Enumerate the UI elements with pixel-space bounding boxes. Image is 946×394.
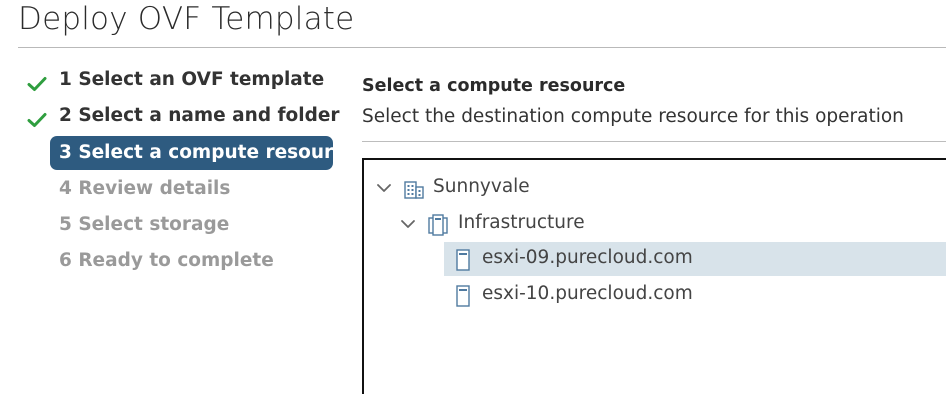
section-title: Select a compute resource [362, 76, 626, 96]
page-title: Deploy OVF Template [18, 1, 355, 37]
step-label: 3 Select a compute resource [59, 142, 357, 163]
step-review-details[interactable]: 4 Review details [0, 172, 340, 206]
tree-node-label: esxi-09.purecloud.com [482, 247, 693, 268]
step-label: 4 Review details [59, 178, 231, 199]
step-label: 1 Select an OVF template [59, 69, 325, 90]
tree-node-host-esxi-10[interactable]: esxi-10.purecloud.com [444, 278, 946, 312]
title-divider [18, 47, 946, 48]
chevron-down-icon[interactable] [400, 218, 416, 230]
tree-node-label: esxi-10.purecloud.com [482, 283, 693, 304]
host-icon [456, 249, 470, 271]
tree-node-label: Sunnyvale [433, 176, 530, 197]
step-select-ovf-template[interactable]: 1 Select an OVF template [0, 63, 340, 97]
tree-node-cluster[interactable]: Infrastructure [364, 207, 946, 241]
cluster-icon [428, 214, 448, 236]
tree-node-datacenter[interactable]: Sunnyvale [364, 171, 946, 205]
section-subtitle: Select the destination compute resource … [362, 106, 904, 127]
step-select-storage[interactable]: 5 Select storage [0, 208, 340, 242]
tree-node-host-esxi-09[interactable]: esxi-09.purecloud.com [444, 242, 946, 276]
step-select-compute-resource[interactable]: 3 Select a compute resource [0, 136, 357, 170]
step-select-name-folder[interactable]: 2 Select a name and folder [0, 99, 340, 133]
host-icon [456, 285, 470, 307]
step-label: 6 Ready to complete [59, 250, 274, 271]
tree-node-label: Infrastructure [458, 212, 585, 233]
checkmark-icon [27, 113, 47, 127]
datacenter-icon [404, 181, 424, 199]
step-label: 5 Select storage [59, 214, 230, 235]
step-label: 2 Select a name and folder [59, 105, 340, 126]
section-divider [362, 141, 946, 142]
compute-resource-tree: Sunnyvale Infrastructure esxi-09.pureclo… [362, 158, 946, 394]
chevron-down-icon[interactable] [376, 182, 392, 194]
checkmark-icon [27, 77, 47, 91]
deploy-ovf-dialog: Deploy OVF Template 1 Select an OVF temp… [0, 0, 946, 394]
step-ready-to-complete[interactable]: 6 Ready to complete [0, 244, 340, 278]
